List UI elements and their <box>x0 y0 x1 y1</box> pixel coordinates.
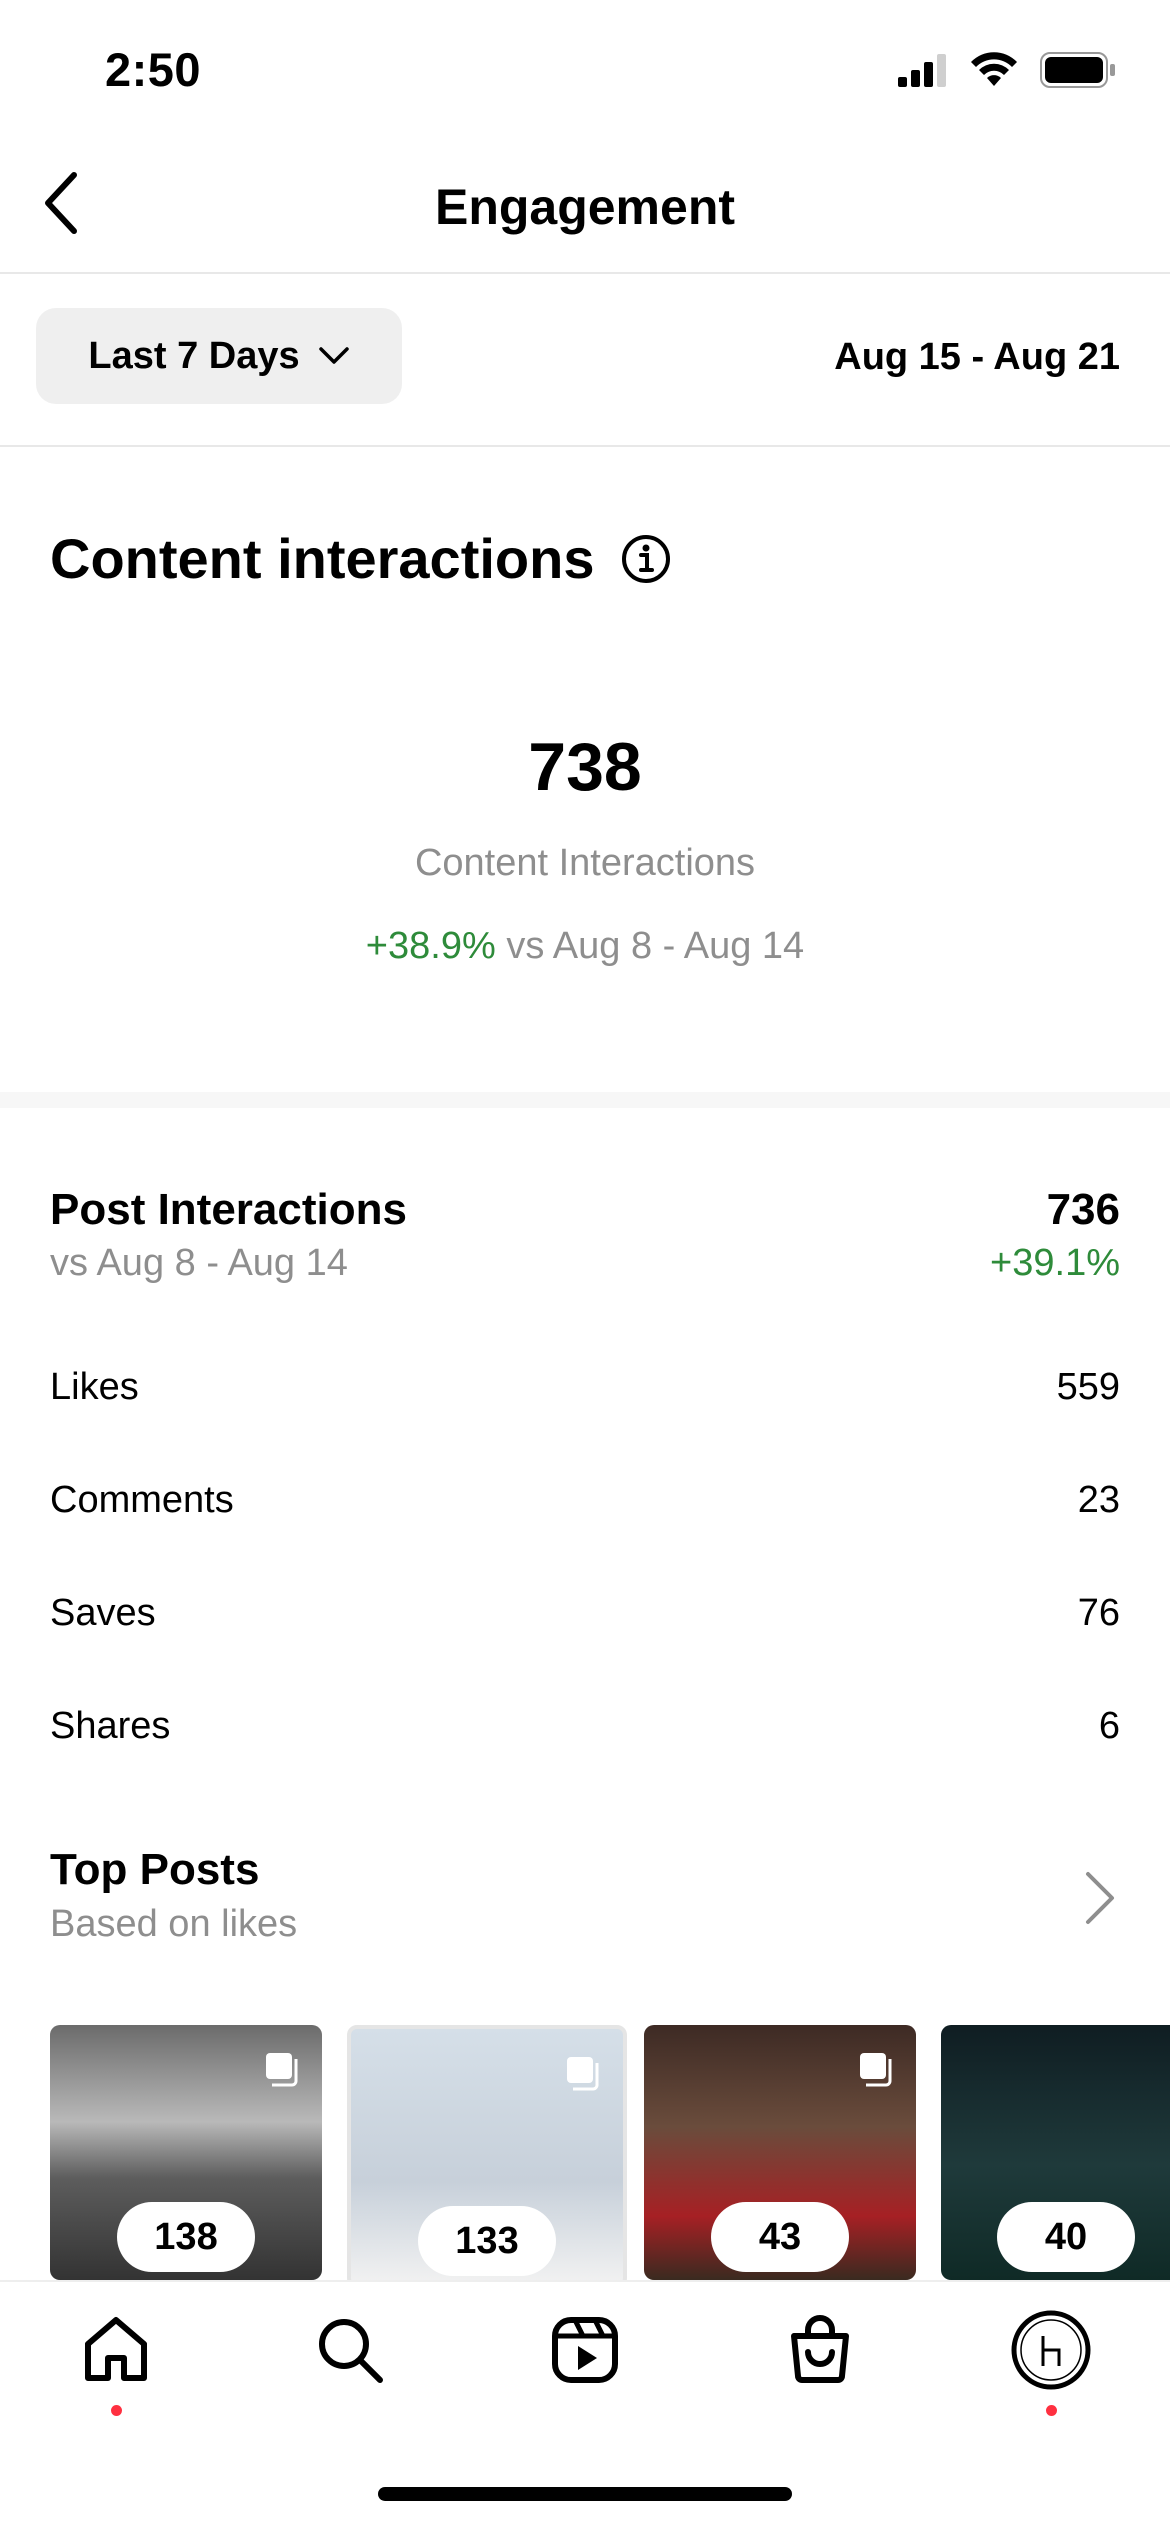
top-posts-title[interactable]: Top Posts <box>50 1845 259 1895</box>
status-time: 2:50 <box>105 43 202 96</box>
content-interactions-change: +38.9% <box>365 925 496 967</box>
metric-label: Shares <box>50 1704 171 1747</box>
post-interactions-change: +39.1% <box>990 1242 1120 1284</box>
metric-value: 559 <box>1056 1365 1120 1408</box>
metric-value: 6 <box>1098 1704 1120 1747</box>
metric-label: Saves <box>50 1591 156 1634</box>
carousel-icon <box>860 2053 892 2087</box>
section-separator <box>0 1092 1170 1108</box>
page-title: Engagement <box>434 179 736 235</box>
content-interactions-compare-text: vs Aug 8 - Aug 14 <box>506 925 805 967</box>
header-divider <box>0 272 1170 274</box>
profile-avatar <box>1011 2310 1091 2390</box>
shop-icon <box>791 2315 849 2383</box>
info-icon[interactable] <box>620 533 672 585</box>
notification-dot <box>1046 2405 1057 2416</box>
top-post-thumbnail[interactable]: 40 <box>941 2025 1170 2280</box>
date-range-text: Aug 15 - Aug 21 <box>834 336 1120 378</box>
chevron-right-icon[interactable] <box>1080 1868 1120 1928</box>
metric-value: 23 <box>1077 1478 1120 1521</box>
carousel-icon <box>266 2053 298 2087</box>
tab-home[interactable] <box>76 2310 156 2390</box>
post-interactions-subtitle: vs Aug 8 - Aug 14 <box>50 1242 348 1284</box>
post-interactions-total: 736 <box>1046 1185 1120 1234</box>
filter-divider <box>0 445 1170 447</box>
post-like-count: 133 <box>418 2206 556 2276</box>
cellular-signal-icon <box>898 54 946 87</box>
wifi-icon <box>971 52 1017 86</box>
content-interactions-heading: Content interactions <box>50 526 672 591</box>
post-like-count: 40 <box>997 2202 1135 2272</box>
tab-shop[interactable] <box>780 2310 860 2390</box>
metric-label: Comments <box>50 1478 234 1521</box>
status-icons <box>898 52 1116 88</box>
top-posts-subtitle: Based on likes <box>50 1903 298 1945</box>
battery-icon <box>1040 52 1115 88</box>
post-like-count: 43 <box>711 2202 849 2272</box>
date-range-dropdown-label: Last 7 Days <box>88 334 300 377</box>
metric-row-shares: Shares 6 <box>50 1696 1120 1756</box>
home-indicator[interactable] <box>378 2487 792 2501</box>
tab-profile[interactable] <box>1011 2310 1091 2390</box>
metric-row-comments: Comments 23 <box>50 1470 1120 1530</box>
reels-icon <box>552 2317 618 2383</box>
content-interactions-label: Content Interactions <box>414 842 756 884</box>
carousel-icon <box>567 2057 599 2091</box>
content-interactions-comparison: +38.9% vs Aug 8 - Aug 14 <box>0 925 1170 968</box>
top-post-thumbnail[interactable]: 133 <box>347 2025 627 2288</box>
chevron-down-icon <box>318 347 349 364</box>
metric-label: Likes <box>50 1365 139 1408</box>
post-interactions-title: Post Interactions <box>50 1185 407 1234</box>
home-icon <box>85 2317 147 2381</box>
content-interactions-title: Content interactions <box>50 527 595 590</box>
top-post-thumbnail[interactable]: 138 <box>50 2025 322 2280</box>
post-like-count: 138 <box>117 2202 255 2272</box>
metric-row-likes: Likes 559 <box>50 1357 1120 1417</box>
metric-row-saves: Saves 76 <box>50 1583 1120 1643</box>
notification-dot <box>111 2405 122 2416</box>
top-post-thumbnail[interactable]: 43 <box>644 2025 916 2280</box>
metric-value: 76 <box>1077 1591 1120 1634</box>
tab-reels[interactable] <box>545 2310 625 2390</box>
content-interactions-total: 738 <box>528 729 642 805</box>
search-icon <box>319 2319 383 2383</box>
date-range-dropdown[interactable]: Last 7 Days <box>36 308 402 404</box>
tab-search[interactable] <box>310 2310 390 2390</box>
